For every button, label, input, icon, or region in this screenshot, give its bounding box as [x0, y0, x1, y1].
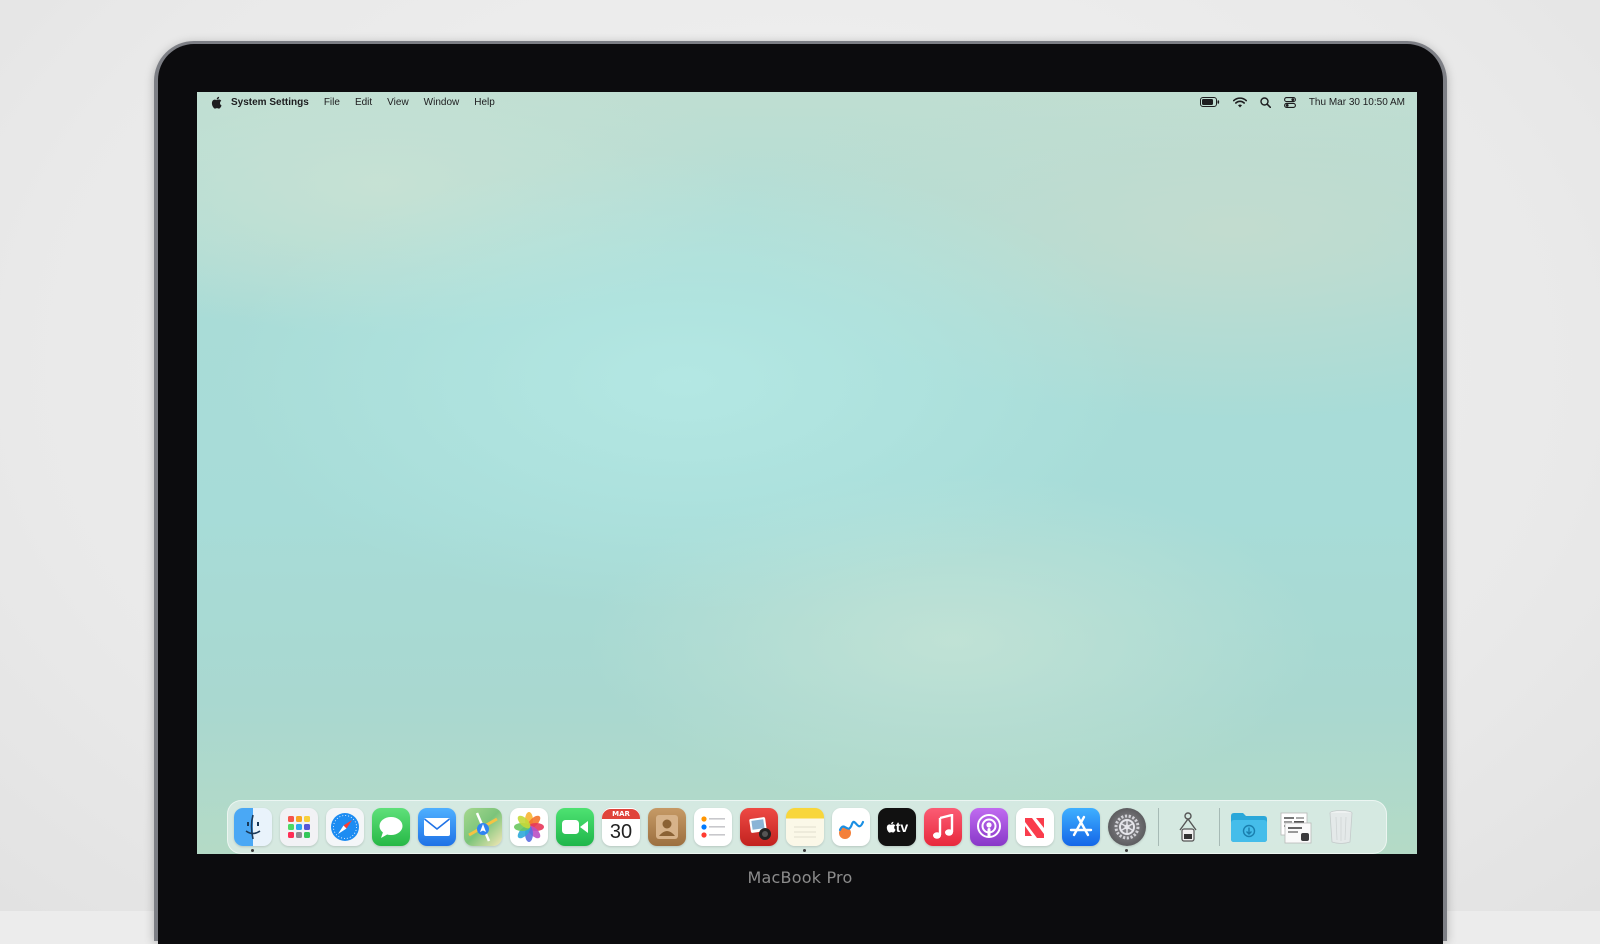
freeform-icon	[838, 820, 865, 839]
dock-item-safari[interactable]	[326, 808, 364, 846]
dock-item-photos[interactable]	[510, 808, 548, 846]
calendar-month: MAR	[602, 809, 640, 819]
dock-item-system-settings[interactable]	[1108, 808, 1146, 852]
running-indicator	[803, 849, 806, 852]
dock-item-downloads[interactable]	[1230, 808, 1268, 846]
active-app-name[interactable]: System Settings	[231, 97, 309, 108]
mail-icon	[424, 818, 450, 836]
dock-item-finder[interactable]	[234, 808, 272, 852]
apple-logo-icon[interactable]	[209, 92, 223, 112]
dock-item-maps[interactable]	[464, 808, 502, 846]
safari-icon	[331, 813, 359, 841]
dock: MAR 30 tv	[227, 800, 1387, 854]
automator-icon	[1179, 812, 1197, 842]
control-center-icon[interactable]	[1283, 96, 1296, 108]
dock-item-freeform[interactable]	[832, 808, 870, 846]
dock-separator	[1219, 808, 1220, 846]
menu-window[interactable]: Window	[424, 97, 460, 108]
menu-file[interactable]: File	[324, 97, 340, 108]
downloads-folder-icon	[1231, 813, 1267, 842]
music-icon	[933, 814, 954, 839]
messages-icon	[379, 817, 403, 838]
dock-item-podcasts[interactable]	[970, 808, 1008, 846]
photo-booth-icon	[749, 817, 771, 840]
app-store-icon	[1069, 815, 1093, 837]
trash-icon	[1329, 810, 1353, 844]
reminders-icon	[701, 816, 725, 838]
menu-bar: System Settings File Edit View Window He…	[197, 92, 1417, 112]
dock-item-news[interactable]	[1016, 808, 1054, 846]
launchpad-icon	[288, 816, 310, 838]
menu-edit[interactable]: Edit	[355, 97, 372, 108]
dock-item-music[interactable]	[924, 808, 962, 846]
system-settings-icon	[1114, 814, 1140, 840]
apple-tv-label: tv	[895, 819, 909, 835]
finder-icon	[245, 814, 261, 840]
dock-item-notes[interactable]	[786, 808, 824, 852]
dock-item-apple-tv[interactable]: tv	[878, 808, 916, 846]
photos-icon	[514, 812, 544, 842]
dock-item-calendar[interactable]: MAR 30	[602, 808, 640, 846]
spotlight-search-icon[interactable]	[1260, 96, 1271, 108]
dock-item-trash[interactable]	[1322, 808, 1360, 846]
apple-tv-icon: tv	[886, 819, 908, 835]
desktop-screen[interactable]: System Settings File Edit View Window He…	[197, 92, 1417, 854]
dock-item-photo-booth[interactable]	[740, 808, 778, 846]
news-icon	[1025, 818, 1044, 838]
battery-icon[interactable]	[1199, 97, 1220, 107]
dock-item-app-store[interactable]	[1062, 808, 1100, 846]
dock-item-mail[interactable]	[418, 808, 456, 846]
documents-stack-icon	[1280, 812, 1312, 844]
dock-item-automator[interactable]	[1169, 808, 1207, 846]
dock-item-messages[interactable]	[372, 808, 410, 846]
maps-icon	[468, 812, 498, 842]
wifi-icon[interactable]	[1232, 96, 1247, 108]
menu-help[interactable]: Help	[474, 97, 495, 108]
dock-item-reminders[interactable]	[694, 808, 732, 846]
device-brand-label: MacBook Pro	[747, 868, 853, 887]
contacts-icon	[656, 815, 678, 839]
menu-bar-clock[interactable]: Thu Mar 30 10:50 AM	[1309, 97, 1405, 108]
menu-extras: Thu Mar 30 10:50 AM	[1187, 92, 1405, 112]
dock-separator	[1158, 808, 1159, 846]
notes-icon	[794, 826, 816, 838]
running-indicator	[251, 849, 254, 852]
dock-item-launchpad[interactable]	[280, 808, 318, 846]
calendar-day: 30	[609, 821, 633, 843]
dock-item-contacts[interactable]	[648, 808, 686, 846]
dock-item-documents-stack[interactable]	[1276, 808, 1314, 846]
menu-view[interactable]: View	[387, 97, 409, 108]
podcasts-icon	[977, 814, 1001, 838]
facetime-icon	[562, 820, 588, 834]
dock-item-facetime[interactable]	[556, 808, 594, 846]
running-indicator	[1125, 849, 1128, 852]
